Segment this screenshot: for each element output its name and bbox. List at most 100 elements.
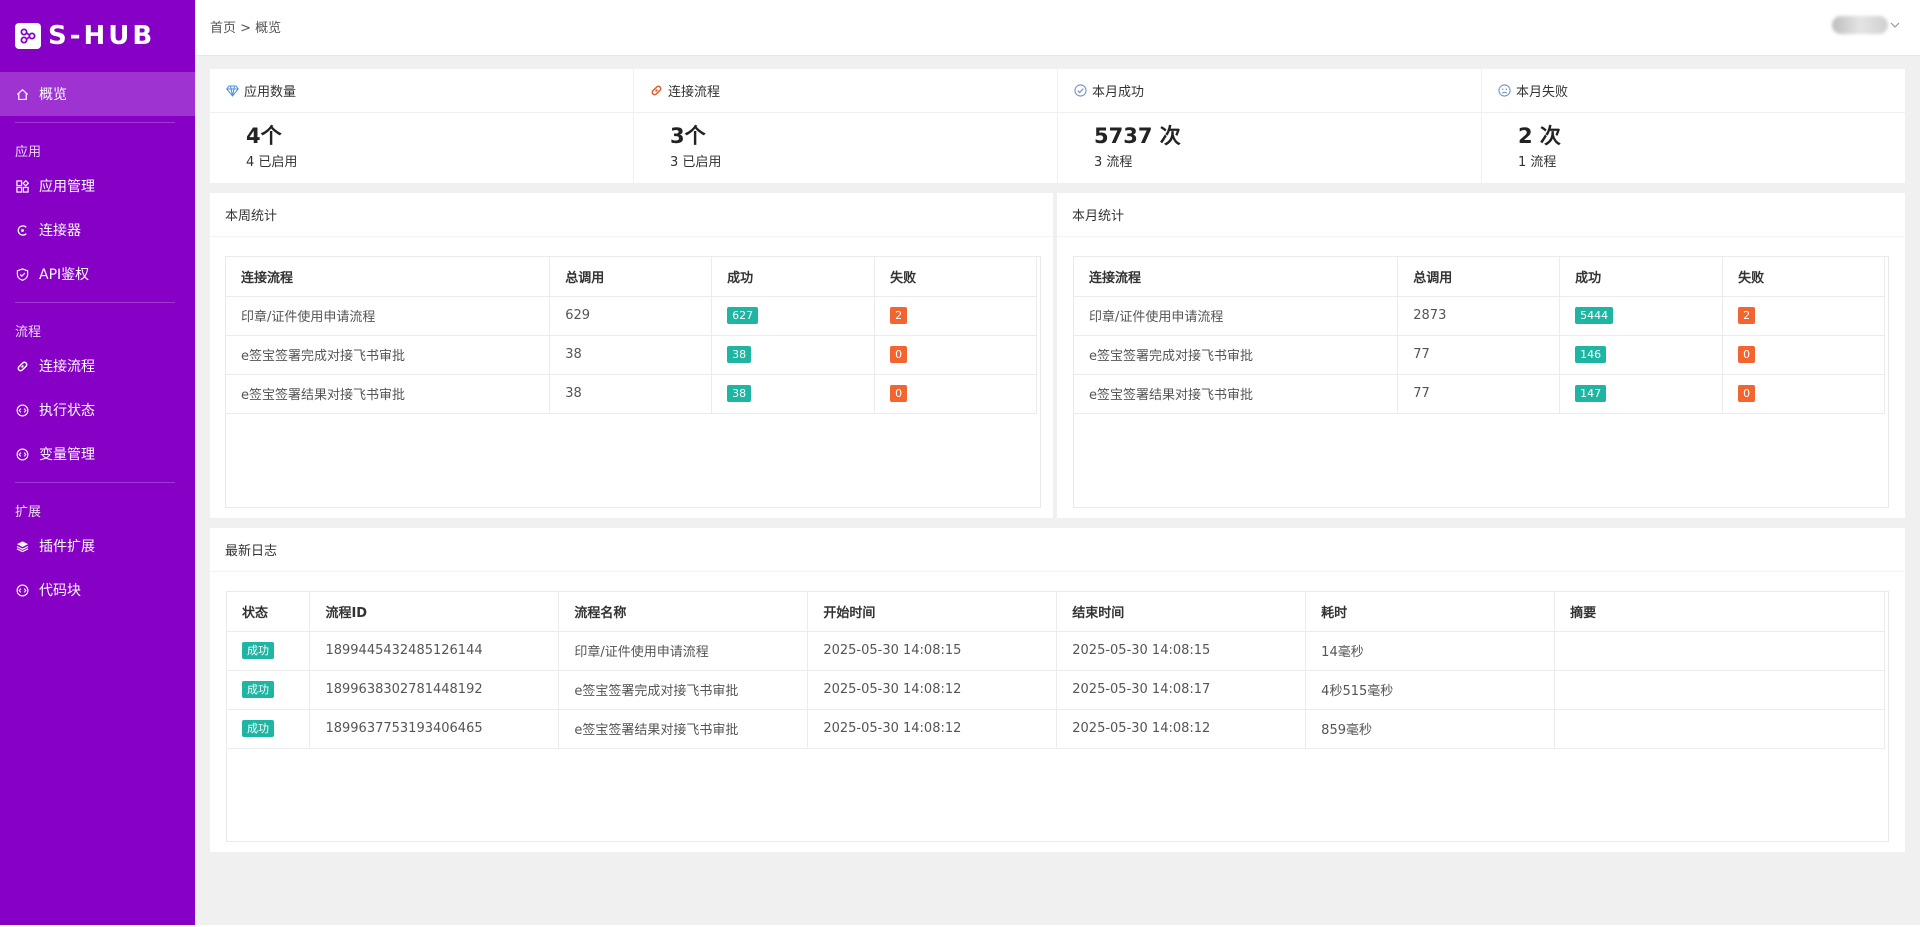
success-cell: 146 (1559, 335, 1724, 375)
column-header[interactable]: 失败 (874, 257, 1037, 297)
success-badge: 627 (727, 307, 759, 324)
link-icon (15, 359, 29, 373)
success-cell: 5444 (1559, 296, 1724, 336)
flow-name-cell: 印章/证件使用申请流程 (1074, 296, 1399, 336)
fail-badge: 2 (1738, 307, 1756, 324)
user-menu[interactable] (1832, 16, 1900, 34)
summary-cell (1554, 670, 1885, 710)
diamond-icon (226, 85, 239, 97)
table-row[interactable]: 成功 1899638302781448192 e签宝签署完成对接飞书审批 202… (227, 670, 1885, 710)
code-circle-icon (15, 583, 29, 597)
column-header[interactable]: 连接流程 (226, 257, 551, 297)
duration-cell: 14毫秒 (1305, 631, 1556, 671)
total-calls-cell: 2873 (1397, 296, 1561, 336)
column-header[interactable]: 总调用 (549, 257, 713, 297)
table-row[interactable]: 成功 1899637753193406465 e签宝签署结果对接飞书审批 202… (227, 709, 1885, 749)
duration-cell: 4秒515毫秒 (1305, 670, 1556, 710)
logs-table-container[interactable]: 状态 流程ID 流程名称 开始时间 结束时间 耗时 摘要 成功 18994454… (226, 591, 1889, 842)
table-row[interactable]: e签宝签署完成对接飞书审批 77 146 0 (1074, 335, 1885, 375)
start-time-cell: 2025-05-30 14:08:15 (807, 631, 1058, 671)
nav-group-app: 应用 (15, 145, 42, 160)
stat-app-count: 应用数量 4个 4 已启用 (210, 69, 634, 183)
sidebar-item-connection-flow[interactable]: 连接流程 (0, 344, 195, 388)
column-header[interactable]: 流程名称 (558, 592, 809, 632)
table-header-row: 连接流程 总调用 成功 失败 (226, 257, 1037, 297)
status-badge: 成功 (242, 720, 274, 737)
success-badge: 38 (727, 385, 752, 402)
sidebar-item-label: 变量管理 (39, 447, 95, 463)
card-title: 本月统计 (1057, 193, 1905, 237)
end-time-cell: 2025-05-30 14:08:15 (1056, 631, 1307, 671)
stat-title: 连接流程 (668, 85, 721, 100)
fail-badge: 0 (890, 346, 908, 363)
sidebar-item-overview[interactable]: 概览 (0, 72, 195, 116)
fail-badge: 2 (890, 307, 908, 324)
card-title: 最新日志 (210, 528, 1905, 572)
table-row[interactable]: 成功 1899445432485126144 印章/证件使用申请流程 2025-… (227, 631, 1885, 671)
sidebar-item-label: 应用管理 (39, 179, 95, 195)
column-header[interactable]: 摘要 (1554, 592, 1885, 632)
sidebar-item-variables[interactable]: 变量管理 (0, 432, 195, 476)
column-header[interactable]: 开始时间 (807, 592, 1058, 632)
fail-cell: 2 (1722, 296, 1885, 336)
success-badge: 38 (727, 346, 752, 363)
sidebar: S-HUB 概览 应用 应用管理 连接器 API鉴权 流程 连接流程 执行状态 … (0, 0, 195, 925)
top-header: 首页 > 概览 (195, 0, 1920, 56)
status-cell: 成功 (227, 670, 311, 710)
table-row[interactable]: e签宝签署结果对接飞书审批 77 147 0 (1074, 374, 1885, 414)
sidebar-item-code-blocks[interactable]: 代码块 (0, 568, 195, 612)
monthly-table-container[interactable]: 连接流程 总调用 成功 失败 印章/证件使用申请流程 2873 5444 2 e… (1073, 256, 1889, 508)
fail-cell: 2 (874, 296, 1037, 336)
fail-cell: 0 (874, 374, 1037, 414)
success-cell: 627 (711, 296, 876, 336)
total-calls-cell: 38 (549, 374, 713, 414)
link-icon (650, 84, 663, 97)
stat-value: 4个 (246, 124, 282, 148)
flow-name-cell: e签宝签署结果对接飞书审批 (226, 374, 551, 414)
app-root: S-HUB 概览 应用 应用管理 连接器 API鉴权 流程 连接流程 执行状态 … (0, 0, 1920, 927)
duration-cell: 859毫秒 (1305, 709, 1556, 749)
stat-value: 2 次 (1518, 124, 1561, 148)
stat-header: 连接流程 (634, 69, 1057, 113)
chevron-down-icon (1890, 18, 1900, 33)
table-row[interactable]: e签宝签署结果对接飞书审批 38 38 0 (226, 374, 1037, 414)
stats-card: 应用数量 4个 4 已启用 连接流程 3个 3 已启用 本月成功 5737 次 (210, 69, 1905, 183)
column-header[interactable]: 状态 (227, 592, 311, 632)
sidebar-item-plugins[interactable]: 插件扩展 (0, 524, 195, 568)
stat-header: 本月失败 (1482, 69, 1905, 113)
code-circle-icon (15, 403, 29, 417)
stat-month-success: 本月成功 5737 次 3 流程 (1058, 69, 1482, 183)
success-badge: 147 (1575, 385, 1607, 402)
sidebar-item-label: 插件扩展 (39, 539, 95, 555)
breadcrumb[interactable]: 首页 > 概览 (210, 17, 281, 36)
table-row[interactable]: 印章/证件使用申请流程 2873 5444 2 (1074, 296, 1885, 336)
logo[interactable]: S-HUB (0, 0, 195, 72)
sidebar-item-label: 连接器 (39, 223, 81, 239)
stat-sub: 3 流程 (1094, 155, 1133, 170)
sidebar-item-api-auth[interactable]: API鉴权 (0, 252, 195, 296)
fail-badge: 0 (890, 385, 908, 402)
fail-cell: 0 (1722, 374, 1885, 414)
sidebar-item-connector[interactable]: 连接器 (0, 208, 195, 252)
weekly-table-container[interactable]: 连接流程 总调用 成功 失败 印章/证件使用申请流程 629 627 2 e签宝… (225, 256, 1041, 508)
logo-icon (15, 23, 41, 49)
sidebar-item-app-management[interactable]: 应用管理 (0, 164, 195, 208)
column-header[interactable]: 成功 (1559, 257, 1724, 297)
flow-name-cell: 印章/证件使用申请流程 (226, 296, 551, 336)
column-header[interactable]: 耗时 (1305, 592, 1556, 632)
column-header[interactable]: 结束时间 (1056, 592, 1307, 632)
column-header[interactable]: 流程ID (309, 592, 560, 632)
column-header[interactable]: 成功 (711, 257, 876, 297)
stat-value: 3个 (670, 124, 706, 148)
sidebar-item-execution-status[interactable]: 执行状态 (0, 388, 195, 432)
fail-badge: 0 (1738, 385, 1756, 402)
success-cell: 38 (711, 374, 876, 414)
table-row[interactable]: e签宝签署完成对接飞书审批 38 38 0 (226, 335, 1037, 375)
column-header[interactable]: 连接流程 (1074, 257, 1399, 297)
column-header[interactable]: 总调用 (1397, 257, 1561, 297)
connector-icon (15, 223, 29, 237)
column-header[interactable]: 失败 (1722, 257, 1885, 297)
stat-title: 本月失败 (1516, 85, 1569, 100)
table-row[interactable]: 印章/证件使用申请流程 629 627 2 (226, 296, 1037, 336)
table-header-row: 连接流程 总调用 成功 失败 (1074, 257, 1885, 297)
